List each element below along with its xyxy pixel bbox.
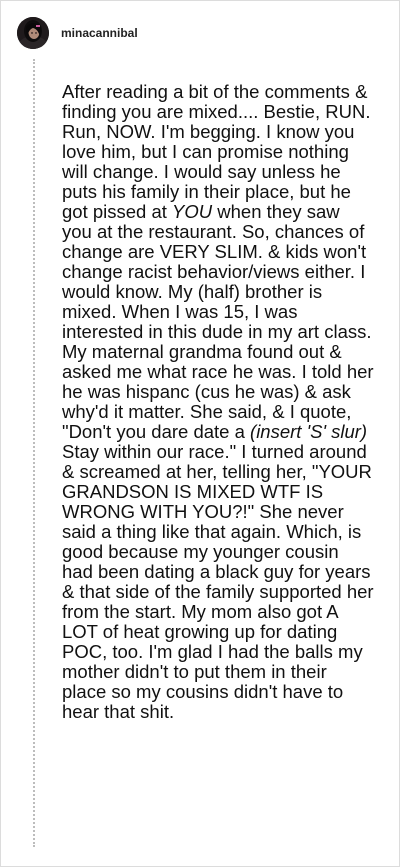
reply-body: After reading a bit of the comments & fi…: [62, 82, 374, 722]
reply-text-part-3: Stay within our race." I turned around &…: [62, 441, 374, 722]
reply-text-emphasis-1: YOU: [172, 201, 213, 222]
reply-header: minacannibal: [17, 17, 138, 49]
username[interactable]: minacannibal: [61, 27, 138, 39]
user-avatar-icon: [17, 17, 49, 49]
reply-card: minacannibal After reading a bit of the …: [0, 0, 400, 867]
reply-text-emphasis-2: (insert 'S' slur): [250, 421, 368, 442]
reply-text-part-2: when they saw you at the restaurant. So,…: [62, 201, 374, 442]
reply-text: After reading a bit of the comments & fi…: [62, 82, 374, 722]
avatar[interactable]: [17, 17, 49, 49]
thread-line: [33, 59, 35, 847]
